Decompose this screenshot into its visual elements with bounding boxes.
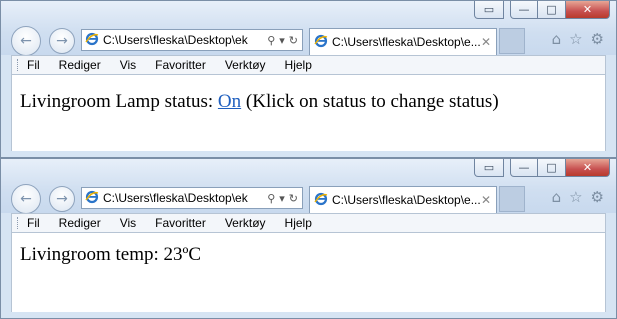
maximize-button[interactable]: □ — [538, 159, 566, 177]
window-controls: ▭ — □ ✕ — [474, 159, 610, 177]
new-tab-button[interactable] — [499, 186, 525, 212]
close-button[interactable]: ✕ — [566, 159, 610, 177]
address-bar[interactable]: C:\Users\fleska\Desktop\ek ⚲ ▾ ↻ — [81, 29, 303, 51]
minimize-icon: — — [518, 3, 530, 16]
minimize-icon: — — [518, 161, 530, 174]
tab-active[interactable]: C:\Users\fleska\Desktop\e... ✕ — [309, 186, 497, 213]
lamp-status-hint: (Klick on status to change status) — [241, 91, 499, 112]
lamp-status-label: Livingroom Lamp status: — [20, 91, 218, 112]
close-button[interactable]: ✕ — [566, 1, 610, 19]
temperature-line: Livingroom temp: 23ºC — [20, 244, 202, 265]
menu-item-view[interactable]: Vis — [120, 216, 136, 230]
dropdown-icon[interactable]: ▾ — [279, 34, 285, 47]
toolbar-icons: ⌂ ☆ ⚙ — [552, 30, 604, 48]
refresh-icon[interactable]: ↻ — [289, 192, 298, 205]
menu-item-view[interactable]: Vis — [120, 58, 136, 72]
forward-button[interactable]: → — [49, 28, 75, 54]
menu-item-file[interactable]: Fil — [27, 58, 40, 72]
menu-grip — [17, 59, 21, 71]
menu-item-file[interactable]: Fil — [27, 216, 40, 230]
browser-window-temp: ▭ — □ ✕ ← → C:\Users\fleska\Desktop\ek ⚲… — [0, 158, 617, 319]
gear-icon[interactable]: ⚙ — [591, 30, 604, 48]
new-tab-button[interactable] — [499, 28, 525, 54]
forward-button[interactable]: → — [49, 186, 75, 212]
menu-bar: Fil Rediger Vis Favoritter Verktøy Hjelp — [11, 213, 606, 233]
menu-grip — [17, 217, 21, 229]
maximize-icon: □ — [546, 161, 557, 174]
home-icon[interactable]: ⌂ — [552, 30, 562, 48]
toolbar-icons: ⌂ ☆ ⚙ — [552, 188, 604, 206]
snap-button[interactable]: ▭ — [474, 159, 504, 177]
snap-button[interactable]: ▭ — [474, 1, 504, 19]
tab-title: C:\Users\fleska\Desktop\e... — [332, 193, 481, 207]
minimize-button[interactable]: — — [510, 159, 538, 177]
tab-close-icon[interactable]: ✕ — [481, 193, 491, 207]
menu-item-tools[interactable]: Verktøy — [225, 58, 266, 72]
window-controls: ▭ — □ ✕ — [474, 1, 610, 19]
ie-page-icon — [85, 32, 99, 49]
menu-item-help[interactable]: Hjelp — [285, 216, 312, 230]
lamp-status-line: Livingroom Lamp status: On (Klick on sta… — [20, 91, 499, 113]
star-icon[interactable]: ☆ — [569, 30, 582, 48]
snap-icon: ▭ — [483, 161, 495, 174]
close-icon: ✕ — [582, 161, 593, 174]
forward-arrow-icon: → — [56, 191, 68, 207]
address-url[interactable]: C:\Users\fleska\Desktop\ek — [103, 191, 267, 205]
ie-page-icon — [85, 190, 99, 207]
menu-item-help[interactable]: Hjelp — [285, 58, 312, 72]
dropdown-icon[interactable]: ▾ — [279, 192, 285, 205]
menu-item-favorites[interactable]: Favoritter — [155, 58, 206, 72]
ie-tab-icon — [314, 192, 328, 209]
maximize-button[interactable]: □ — [538, 1, 566, 19]
forward-arrow-icon: → — [56, 33, 68, 49]
menu-item-favorites[interactable]: Favoritter — [155, 216, 206, 230]
menu-item-edit[interactable]: Rediger — [59, 216, 101, 230]
menu-bar: Fil Rediger Vis Favoritter Verktøy Hjelp — [11, 55, 606, 75]
search-icon[interactable]: ⚲ — [267, 192, 275, 205]
snap-icon: ▭ — [483, 3, 495, 16]
back-arrow-icon: ← — [20, 33, 32, 49]
back-arrow-icon: ← — [20, 191, 32, 207]
address-url[interactable]: C:\Users\fleska\Desktop\ek — [103, 33, 267, 47]
back-button[interactable]: ← — [11, 184, 41, 214]
search-icon[interactable]: ⚲ — [267, 34, 275, 47]
address-bar[interactable]: C:\Users\fleska\Desktop\ek ⚲ ▾ ↻ — [81, 187, 303, 209]
lamp-status-link[interactable]: On — [218, 91, 241, 112]
maximize-icon: □ — [546, 3, 557, 16]
back-button[interactable]: ← — [11, 26, 41, 56]
refresh-icon[interactable]: ↻ — [289, 34, 298, 47]
gear-icon[interactable]: ⚙ — [591, 188, 604, 206]
page-content: Livingroom Lamp status: On (Klick on sta… — [11, 75, 606, 151]
ie-tab-icon — [314, 34, 328, 51]
tab-active[interactable]: C:\Users\fleska\Desktop\e... ✕ — [309, 28, 497, 55]
page-content: Livingroom temp: 23ºC — [11, 233, 606, 312]
menu-item-edit[interactable]: Rediger — [59, 58, 101, 72]
star-icon[interactable]: ☆ — [569, 188, 582, 206]
close-icon: ✕ — [582, 3, 593, 16]
tab-title: C:\Users\fleska\Desktop\e... — [332, 35, 481, 49]
browser-window-lamp: ▭ — □ ✕ ← → C:\Users\fleska\Desktop\ek ⚲… — [0, 0, 617, 158]
home-icon[interactable]: ⌂ — [552, 188, 562, 206]
menu-item-tools[interactable]: Verktøy — [225, 216, 266, 230]
minimize-button[interactable]: — — [510, 1, 538, 19]
tab-close-icon[interactable]: ✕ — [481, 35, 491, 49]
